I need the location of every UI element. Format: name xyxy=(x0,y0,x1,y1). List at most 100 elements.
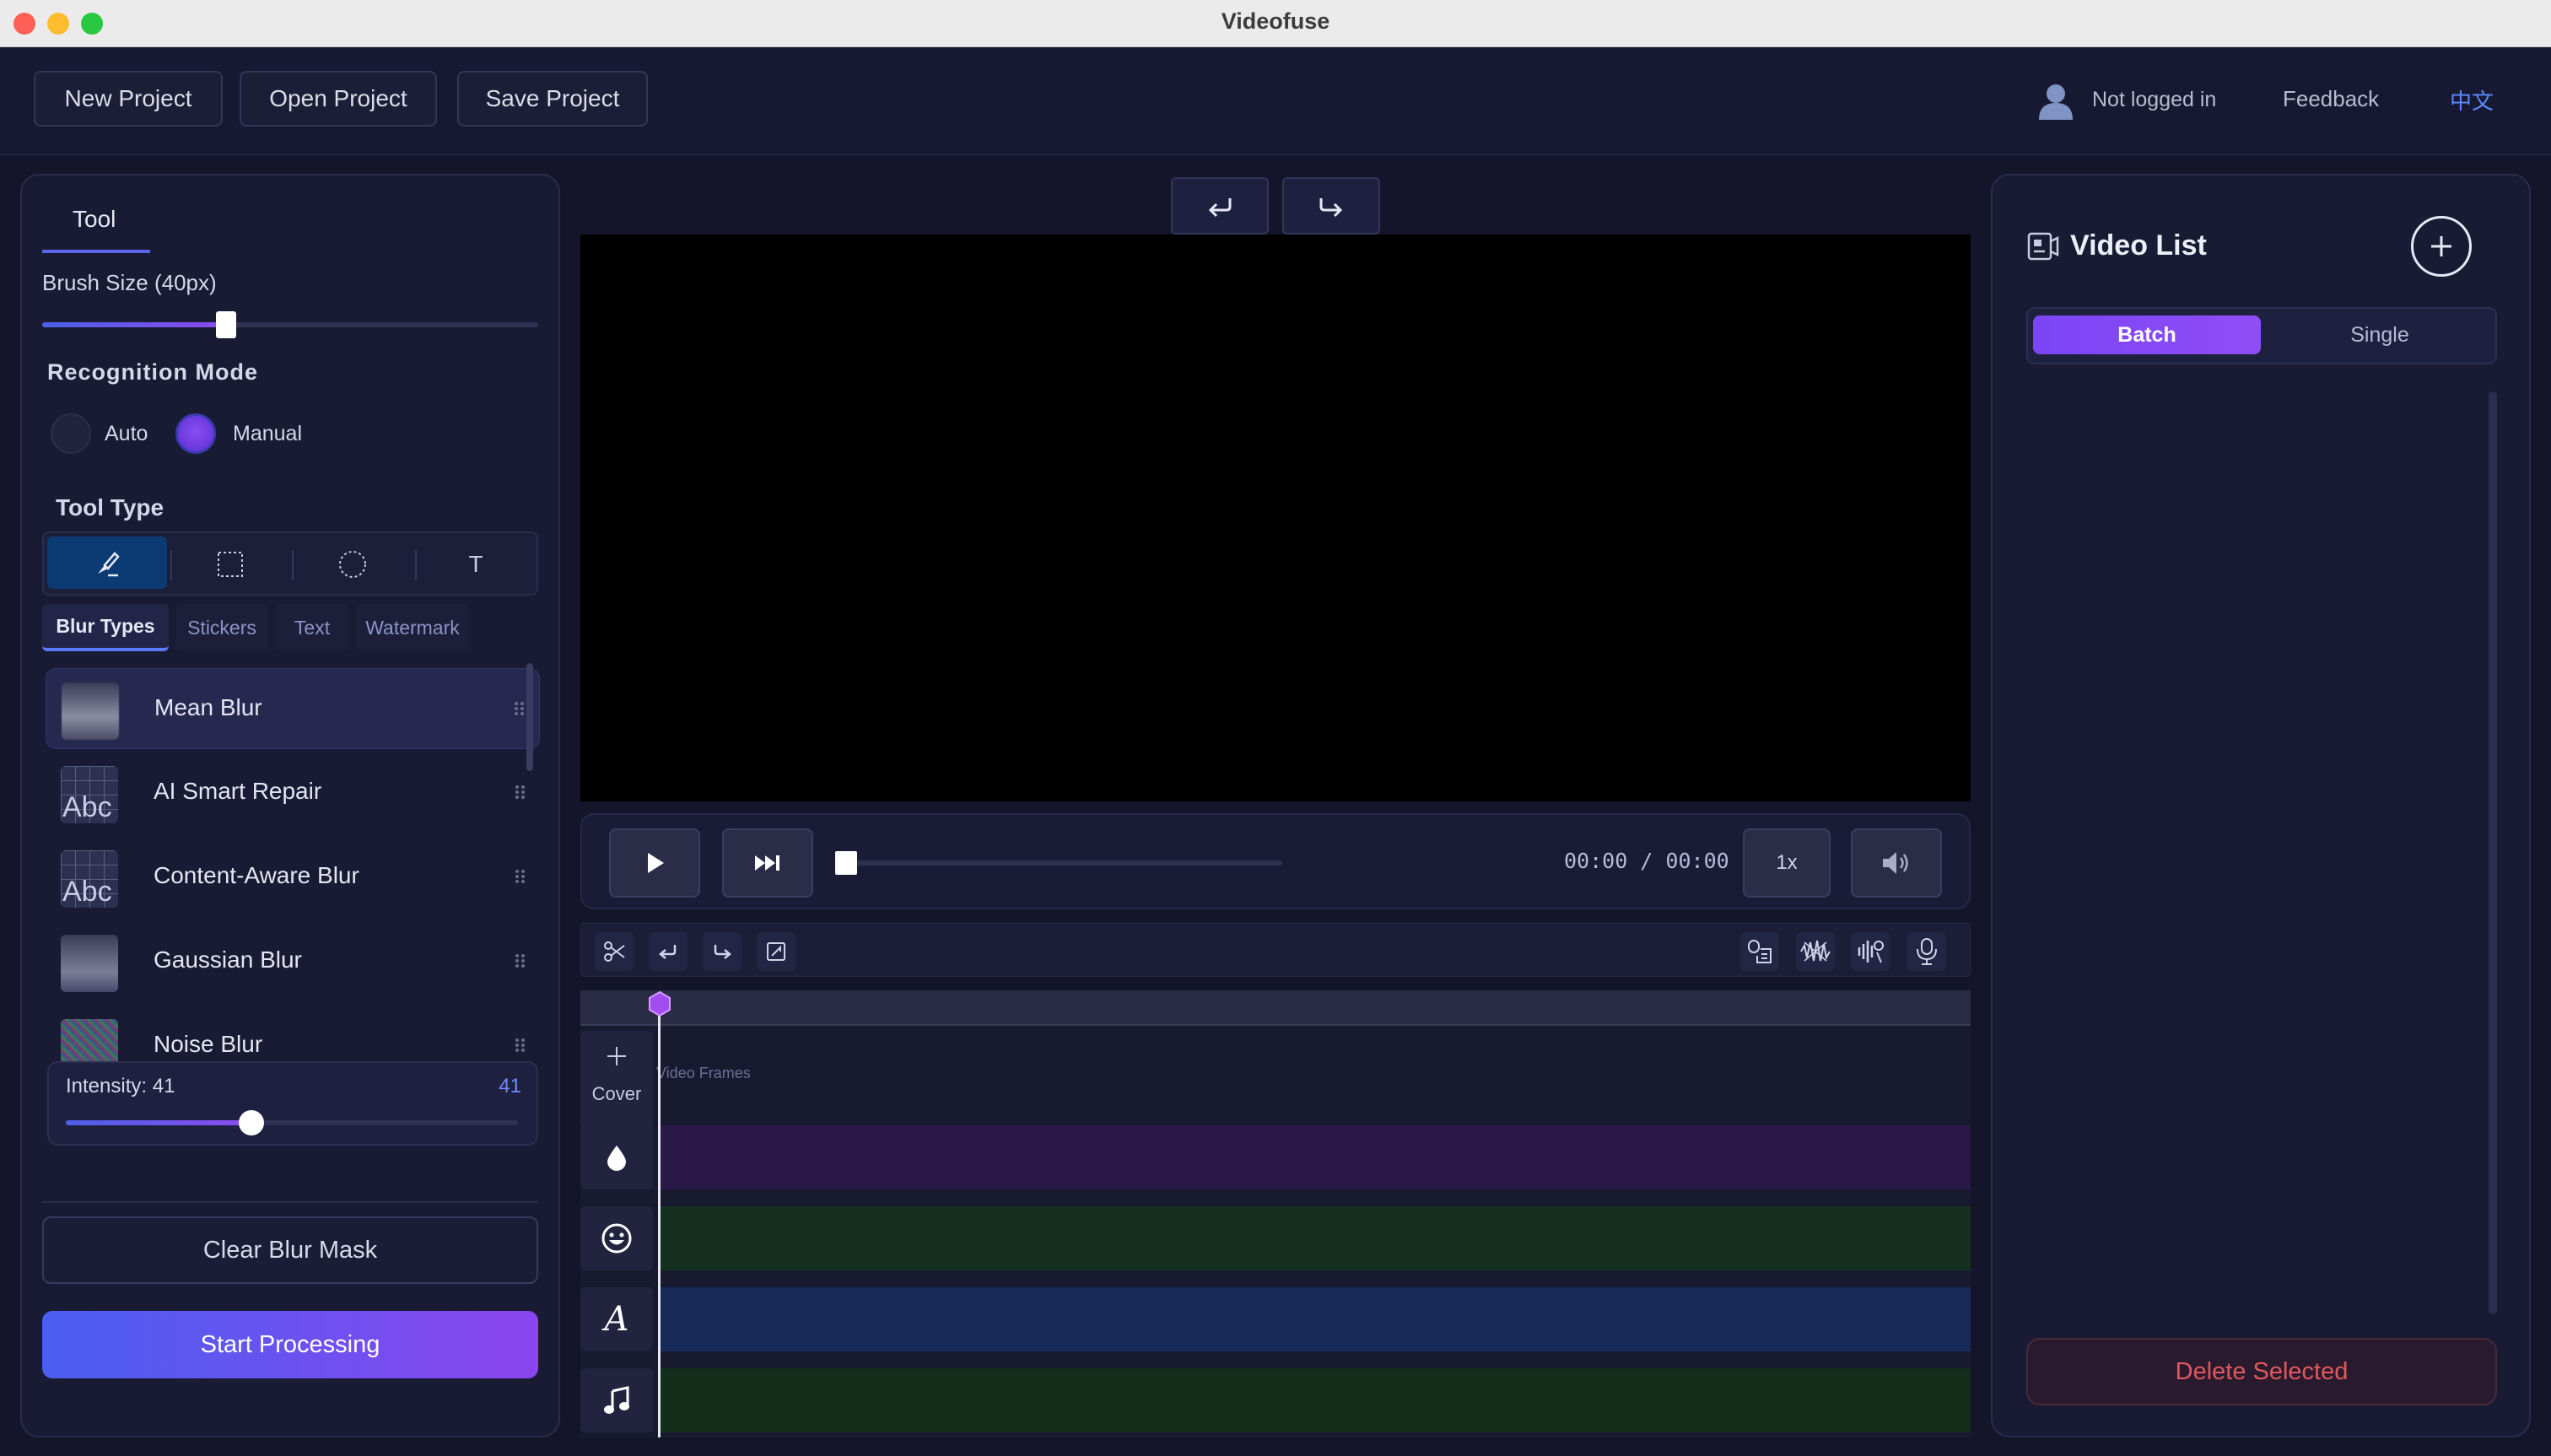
list-item-ai-smart-repair[interactable]: Abc AI Smart Repair xyxy=(46,752,540,833)
delete-selected-button[interactable]: Delete Selected xyxy=(2026,1338,2497,1405)
smiley-icon xyxy=(601,1223,632,1254)
single-tab[interactable]: Single xyxy=(2268,315,2492,354)
crop-icon xyxy=(767,942,785,961)
crop-button[interactable] xyxy=(757,932,796,971)
drop-icon xyxy=(607,1146,626,1171)
tab-stickers[interactable]: Stickers xyxy=(175,604,268,651)
play-icon xyxy=(648,853,664,873)
speech-to-text-button[interactable] xyxy=(1740,932,1779,971)
brush-tool-button[interactable] xyxy=(47,537,167,592)
playback-speed-button[interactable]: 1x xyxy=(1743,828,1831,898)
timeline-undo-button[interactable] xyxy=(649,932,688,971)
manual-mode-radio[interactable] xyxy=(175,413,216,454)
user-avatar-icon[interactable] xyxy=(2036,81,2075,120)
category-tabs: Blur Types Stickers Text Watermark xyxy=(42,604,515,653)
play-button[interactable] xyxy=(609,828,700,898)
audio-track-button[interactable] xyxy=(580,1368,653,1432)
batch-tab[interactable]: Batch xyxy=(2033,315,2261,354)
speaker-icon xyxy=(1883,852,1908,874)
add-video-button[interactable] xyxy=(2411,216,2472,277)
audio-track[interactable] xyxy=(658,1368,1971,1432)
mean-blur-thumbnail xyxy=(62,682,119,740)
tab-blur-types[interactable]: Blur Types xyxy=(42,604,169,651)
undo-icon xyxy=(659,945,677,959)
new-project-button[interactable]: New Project xyxy=(34,71,223,127)
blur-type-label: Mean Blur xyxy=(154,694,262,720)
add-cover-button[interactable]: Cover xyxy=(580,1031,653,1129)
tool-type-group: T xyxy=(42,531,538,596)
progress-handle[interactable] xyxy=(835,851,857,875)
list-item-gaussian-blur[interactable]: Gaussian Blur xyxy=(46,921,540,1002)
skip-forward-icon xyxy=(755,855,779,871)
language-toggle[interactable]: 中文 xyxy=(2450,84,2494,116)
audio-enhance-button[interactable] xyxy=(1852,932,1890,971)
undo-button[interactable] xyxy=(1171,177,1269,235)
noise-reduction-button[interactable] xyxy=(1796,932,1835,971)
drag-handle-icon[interactable] xyxy=(515,862,526,891)
list-mode-toggle: Batch Single xyxy=(2026,307,2497,364)
cut-button[interactable] xyxy=(595,932,634,971)
title-bar: Videofuse xyxy=(0,0,2551,47)
volume-button[interactable] xyxy=(1851,828,1942,898)
drag-handle-icon[interactable] xyxy=(515,778,526,806)
video-list-panel: Video List Batch Single Delete Selected xyxy=(1991,174,2531,1437)
feedback-link[interactable]: Feedback xyxy=(2283,86,2379,112)
drag-handle-icon[interactable] xyxy=(514,694,526,723)
timeline-ruler[interactable] xyxy=(580,990,1971,1026)
save-project-button[interactable]: Save Project xyxy=(457,71,648,127)
rectangle-tool-button[interactable] xyxy=(172,537,289,592)
video-list-icon xyxy=(2027,232,2059,261)
intensity-value: 41 xyxy=(499,1075,521,1097)
brush-size-handle[interactable] xyxy=(215,311,236,338)
voiceover-button[interactable] xyxy=(1907,932,1946,971)
list-item-content-aware-blur[interactable]: Abc Content-Aware Blur xyxy=(46,837,540,918)
list-item-mean-blur[interactable]: Mean Blur xyxy=(46,668,540,749)
ellipse-select-icon xyxy=(339,551,366,578)
timeline-redo-button[interactable] xyxy=(703,932,742,971)
music-note-icon xyxy=(604,1386,629,1414)
timeline[interactable]: Video Frames Cover A xyxy=(580,990,1971,1437)
waveform-noise-icon xyxy=(1800,940,1831,962)
app-window: Videofuse New Project Open Project Save … xyxy=(0,0,2551,1456)
blur-list-scrollbar[interactable] xyxy=(526,663,533,771)
open-project-button[interactable]: Open Project xyxy=(240,71,437,127)
sticker-track-button[interactable] xyxy=(580,1206,653,1270)
video-list-scrollbar[interactable] xyxy=(2489,391,2497,1314)
text-track[interactable] xyxy=(658,1287,1971,1351)
brush-size-slider[interactable] xyxy=(42,311,538,338)
intensity-handle[interactable] xyxy=(238,1110,264,1135)
text-tool-icon: T xyxy=(468,551,483,577)
start-processing-button[interactable]: Start Processing xyxy=(42,1311,538,1378)
manual-mode-label[interactable]: Manual xyxy=(233,422,302,446)
intensity-slider[interactable] xyxy=(66,1110,518,1135)
auto-mode-label[interactable]: Auto xyxy=(105,422,148,446)
redo-icon xyxy=(1319,198,1343,218)
undo-icon xyxy=(1208,198,1232,218)
blur-track-button[interactable] xyxy=(580,1125,653,1189)
scissors-icon xyxy=(604,941,625,962)
sticker-track[interactable] xyxy=(658,1206,1971,1270)
recognition-mode-label: Recognition Mode xyxy=(47,359,258,385)
tab-text[interactable]: Text xyxy=(275,604,349,651)
auto-mode-radio[interactable] xyxy=(51,413,91,454)
playhead-handle-icon[interactable] xyxy=(648,990,671,1017)
redo-button[interactable] xyxy=(1282,177,1380,235)
tool-tab[interactable]: Tool xyxy=(73,206,116,233)
progress-track[interactable] xyxy=(835,851,1282,875)
login-status[interactable]: Not logged in xyxy=(2092,88,2216,112)
redo-icon xyxy=(714,945,731,959)
video-preview[interactable] xyxy=(580,235,1971,801)
text-track-button[interactable]: A xyxy=(580,1287,653,1351)
brush-size-fill xyxy=(42,322,226,327)
next-frame-button[interactable] xyxy=(722,828,813,898)
drag-handle-icon[interactable] xyxy=(515,946,526,975)
tool-tab-underline xyxy=(42,250,150,253)
clear-blur-mask-button[interactable]: Clear Blur Mask xyxy=(42,1216,538,1284)
ellipse-tool-button[interactable] xyxy=(294,537,412,592)
text-tool-button[interactable]: T xyxy=(417,537,535,592)
tab-watermark[interactable]: Watermark xyxy=(356,604,469,651)
drag-handle-icon[interactable] xyxy=(515,1031,526,1060)
video-frames-label: Video Frames xyxy=(656,1065,751,1081)
blur-track[interactable] xyxy=(658,1125,1971,1189)
playhead-line[interactable] xyxy=(658,1004,661,1437)
